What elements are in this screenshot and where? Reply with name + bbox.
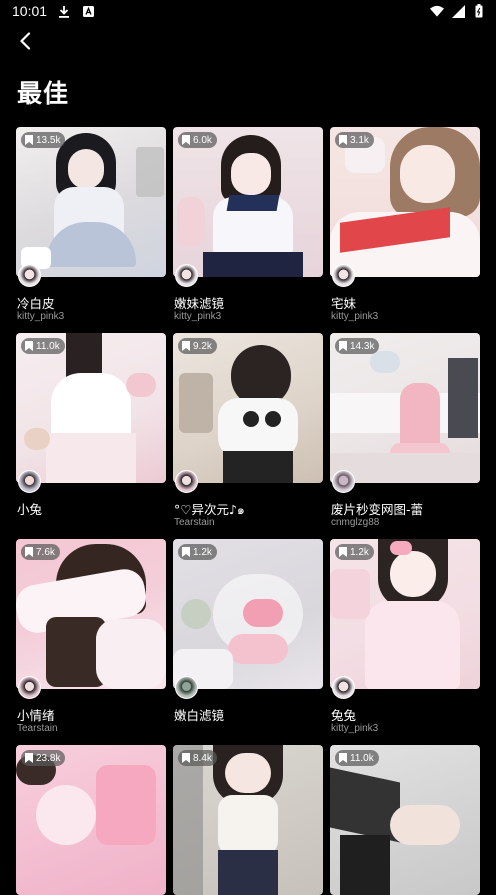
usage-count-badge: 1.2k xyxy=(178,544,217,560)
filter-card[interactable]: 11.0k xyxy=(330,745,480,895)
filter-card[interactable]: 13.5k 冷白皮 kitty_pink3 xyxy=(16,127,166,322)
usage-count: 8.4k xyxy=(193,752,212,764)
usage-count-badge: 13.5k xyxy=(21,132,66,148)
card-thumbnail: 9.2k xyxy=(173,333,323,483)
card-title: 宅妹 xyxy=(331,296,357,311)
usage-count-badge: 9.2k xyxy=(178,338,217,354)
usage-count-badge: 8.4k xyxy=(178,750,217,766)
usage-count-badge: 7.6k xyxy=(21,544,60,560)
usage-count-badge: 3.1k xyxy=(335,132,374,148)
bookmark-icon xyxy=(25,753,33,763)
bookmark-icon xyxy=(25,547,33,557)
card-thumbnail: 3.1k xyxy=(330,127,480,277)
card-title: 兔兔 xyxy=(331,708,357,723)
filter-grid: 13.5k 冷白皮 kitty_pink3 6.0k 嫩妹滤镜 kitty_pi… xyxy=(0,0,496,895)
filter-card[interactable]: 7.6k 小情绪 Tearstain xyxy=(16,539,166,734)
usage-count: 23.8k xyxy=(36,752,61,764)
usage-count: 11.0k xyxy=(36,340,60,352)
author-avatar[interactable] xyxy=(175,470,198,493)
bookmark-icon xyxy=(182,135,190,145)
bookmark-icon xyxy=(339,341,347,351)
filter-card[interactable]: 6.0k 嫩妹滤镜 kitty_pink3 xyxy=(173,127,323,322)
card-author: cnmglzg88 xyxy=(331,517,380,528)
card-thumbnail: 11.0k xyxy=(16,333,166,483)
filter-card[interactable]: 23.8k xyxy=(16,745,166,895)
filter-card[interactable]: 1.2k 兔兔 kitty_pink3 xyxy=(330,539,480,734)
card-thumbnail: 13.5k xyxy=(16,127,166,277)
usage-count-badge: 23.8k xyxy=(21,750,66,766)
usage-count-badge: 11.0k xyxy=(21,338,65,354)
filter-card[interactable]: 9.2k °♡异次元♪๑ Tearstain xyxy=(173,333,323,528)
usage-count-badge: 6.0k xyxy=(178,132,217,148)
card-author: Tearstain xyxy=(17,723,58,734)
card-title: 嫩白滤镜 xyxy=(174,708,225,723)
filter-card[interactable]: 3.1k 宅妹 kitty_pink3 xyxy=(330,127,480,322)
author-avatar[interactable] xyxy=(175,264,198,287)
author-avatar[interactable] xyxy=(18,676,41,699)
usage-count: 7.6k xyxy=(36,546,55,558)
card-title: 冷白皮 xyxy=(17,296,55,311)
usage-count-badge: 11.0k xyxy=(335,750,379,766)
card-author: kitty_pink3 xyxy=(331,723,379,734)
card-author: Tearstain xyxy=(174,517,215,528)
author-avatar[interactable] xyxy=(18,470,41,493)
author-avatar[interactable] xyxy=(332,470,355,493)
usage-count: 9.2k xyxy=(193,340,212,352)
card-thumbnail: 8.4k xyxy=(173,745,323,895)
card-thumbnail: 1.2k xyxy=(330,539,480,689)
usage-count: 3.1k xyxy=(350,134,369,146)
author-avatar[interactable] xyxy=(175,676,198,699)
usage-count: 1.2k xyxy=(350,546,369,558)
author-avatar[interactable] xyxy=(332,676,355,699)
card-title: 嫩妹滤镜 xyxy=(174,296,225,311)
filter-card[interactable]: 1.2k 嫩白滤镜 xyxy=(173,539,323,723)
usage-count: 13.5k xyxy=(36,134,61,146)
usage-count: 14.3k xyxy=(350,340,375,352)
author-avatar[interactable] xyxy=(18,264,41,287)
bookmark-icon xyxy=(339,547,347,557)
usage-count: 11.0k xyxy=(350,752,374,764)
usage-count: 1.2k xyxy=(193,546,212,558)
card-thumbnail: 23.8k xyxy=(16,745,166,895)
bookmark-icon xyxy=(182,547,190,557)
bookmark-icon xyxy=(339,753,347,763)
bookmark-icon xyxy=(339,135,347,145)
filter-card[interactable]: 14.3k 废片秒变网图-蕾 cnmglzg88 xyxy=(330,333,480,528)
author-avatar[interactable] xyxy=(332,264,355,287)
card-thumbnail: 11.0k xyxy=(330,745,480,895)
card-author: kitty_pink3 xyxy=(17,311,65,322)
card-thumbnail: 7.6k xyxy=(16,539,166,689)
card-thumbnail: 1.2k xyxy=(173,539,323,689)
bookmark-icon xyxy=(182,753,190,763)
card-title: 小情绪 xyxy=(17,708,55,723)
card-thumbnail: 6.0k xyxy=(173,127,323,277)
card-author: kitty_pink3 xyxy=(174,311,222,322)
card-thumbnail: 14.3k xyxy=(330,333,480,483)
bookmark-icon xyxy=(182,341,190,351)
usage-count: 6.0k xyxy=(193,134,212,146)
bookmark-icon xyxy=(25,135,33,145)
filter-card[interactable]: 8.4k xyxy=(173,745,323,895)
usage-count-badge: 1.2k xyxy=(335,544,374,560)
usage-count-badge: 14.3k xyxy=(335,338,380,354)
bookmark-icon xyxy=(25,341,33,351)
card-title: 小兔 xyxy=(17,502,43,517)
card-title: 废片秒变网图-蕾 xyxy=(331,502,424,517)
card-author: kitty_pink3 xyxy=(331,311,379,322)
filter-card[interactable]: 11.0k 小兔 xyxy=(16,333,166,517)
